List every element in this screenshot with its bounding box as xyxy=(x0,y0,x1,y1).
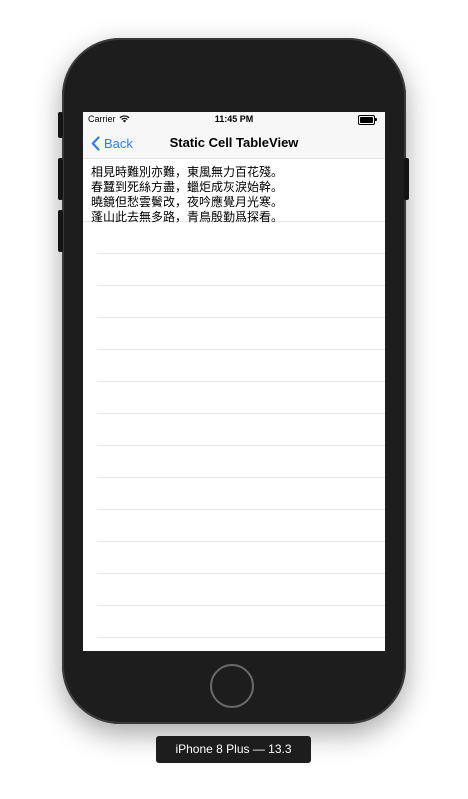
empty-row-separator xyxy=(97,254,385,286)
empty-row-separator xyxy=(97,510,385,542)
empty-row-separator xyxy=(97,446,385,478)
empty-row-separator xyxy=(97,286,385,318)
empty-row-separator xyxy=(97,478,385,510)
mute-switch xyxy=(58,112,63,138)
screen: Carrier 11:45 PM Back Static Cell TableV… xyxy=(83,112,385,651)
empty-row-separator xyxy=(97,350,385,382)
empty-row-separator xyxy=(97,318,385,350)
power-button xyxy=(404,158,409,200)
poem-line: 曉鏡但愁雲鬢改，夜吟應覺月光寒。 xyxy=(91,195,284,209)
poem-line: 春蠶到死絲方盡，蠟炬成灰淚始幹。 xyxy=(91,180,284,194)
static-table-view[interactable]: 相見時難別亦難，東風無力百花殘。 春蠶到死絲方盡，蠟炬成灰淚始幹。 曉鏡但愁雲鬢… xyxy=(83,159,385,638)
empty-row-separator xyxy=(97,606,385,638)
empty-row-separator xyxy=(97,222,385,254)
status-bar: Carrier 11:45 PM xyxy=(83,112,385,126)
poem-cell[interactable]: 相見時難別亦難，東風無力百花殘。 春蠶到死絲方盡，蠟炬成灰淚始幹。 曉鏡但愁雲鬢… xyxy=(83,159,385,224)
empty-row-separator xyxy=(97,574,385,606)
empty-row-separator xyxy=(97,542,385,574)
volume-up-button xyxy=(58,158,63,200)
device-label: iPhone 8 Plus — 13.3 xyxy=(156,736,311,763)
navigation-bar: Back Static Cell TableView xyxy=(83,126,385,159)
poem-line: 相見時難別亦難，東風無力百花殘。 xyxy=(91,165,284,179)
battery-icon xyxy=(358,115,377,125)
status-time: 11:45 PM xyxy=(214,114,254,124)
home-button[interactable] xyxy=(210,664,254,708)
empty-row-separator xyxy=(97,382,385,414)
volume-down-button xyxy=(58,210,63,252)
nav-title: Static Cell TableView xyxy=(169,135,299,150)
empty-row-separator xyxy=(97,414,385,446)
